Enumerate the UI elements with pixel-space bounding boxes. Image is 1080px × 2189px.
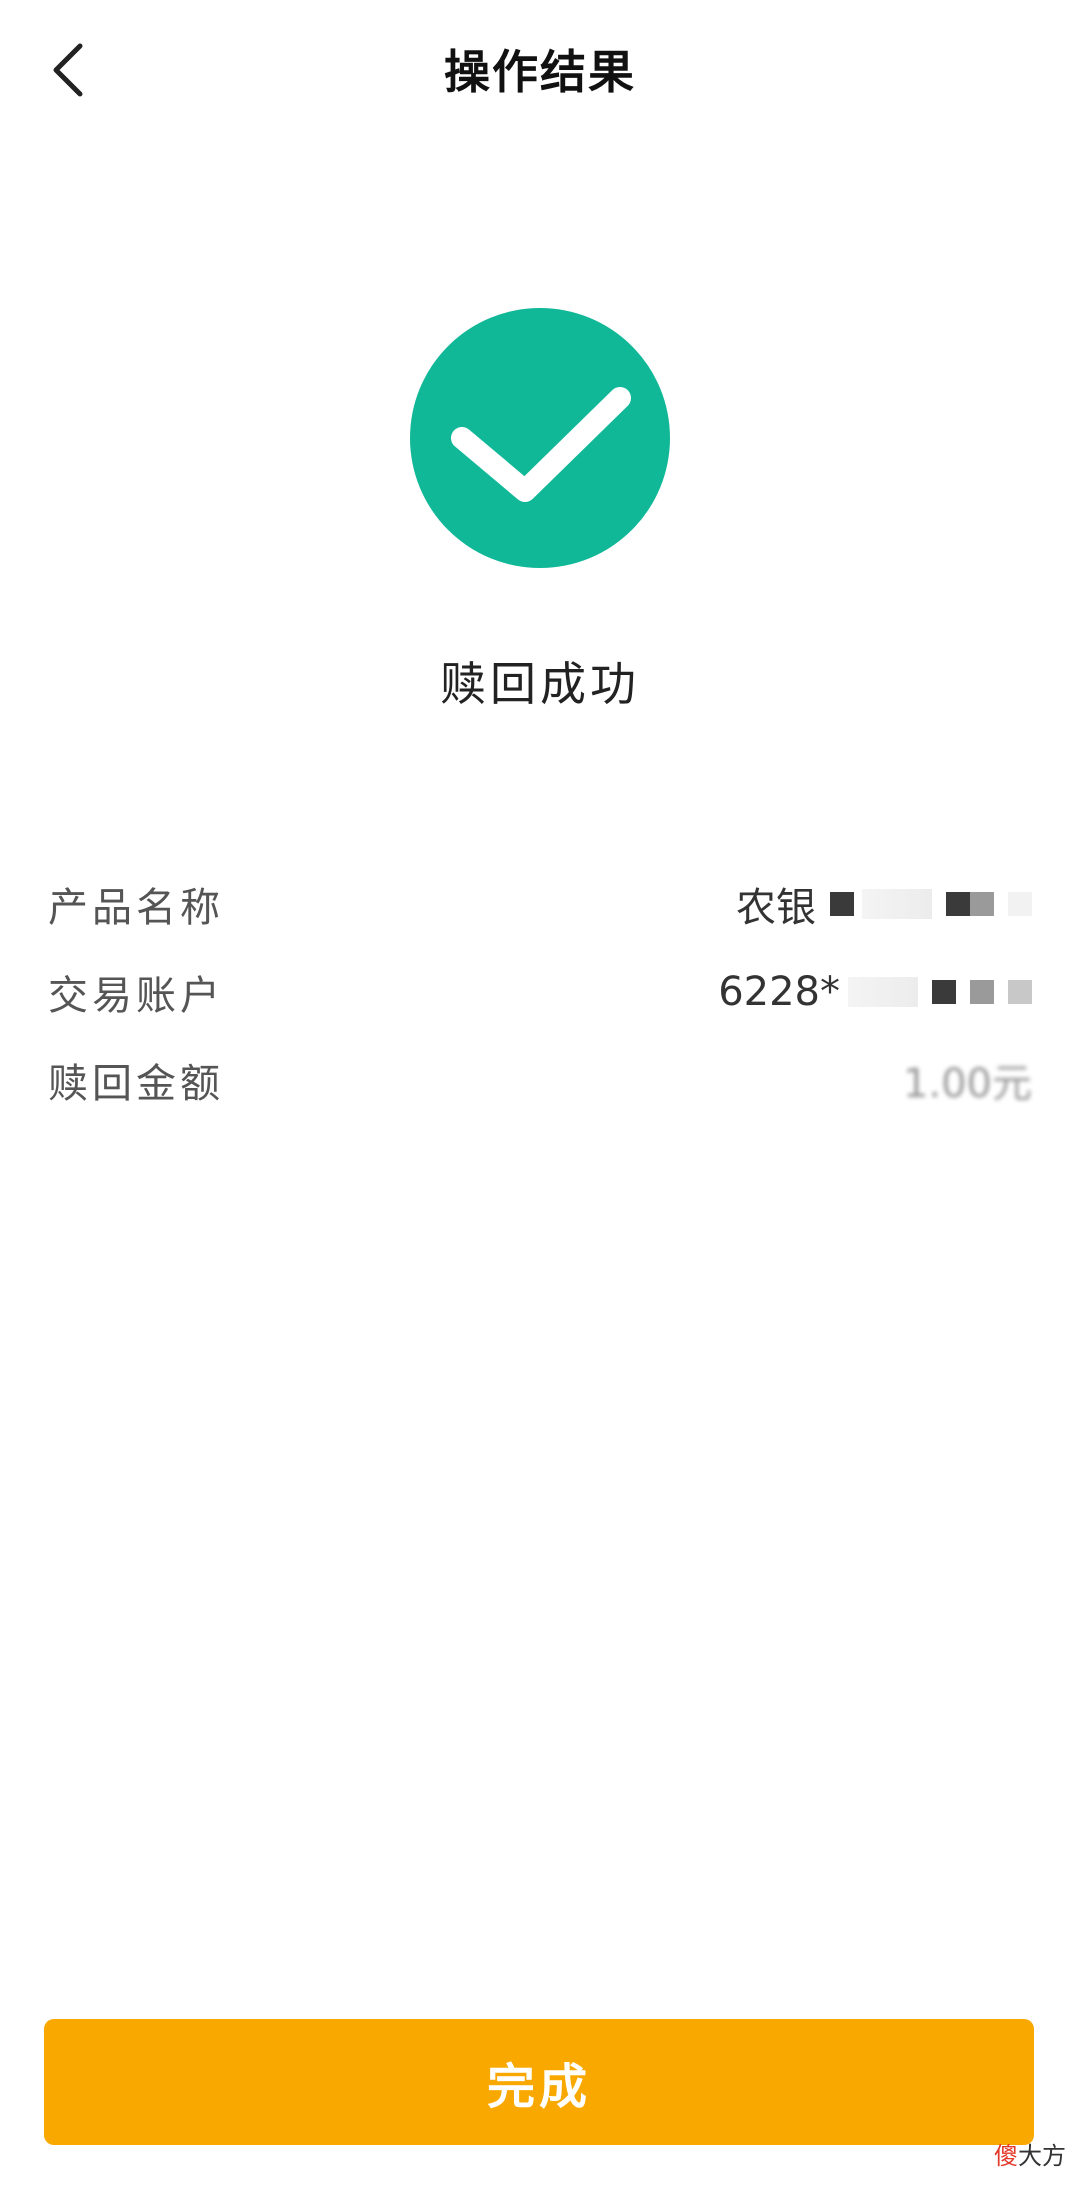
detail-list: 产品名称 农银 交易账户 6228* 赎回金额 1.00元 <box>48 860 1032 1124</box>
check-circle-icon <box>410 308 670 568</box>
redaction-block <box>946 892 970 916</box>
page-title: 操作结果 <box>444 45 636 99</box>
watermark-rest: 大方 <box>1018 2142 1066 2170</box>
amount-value: 1.00元 <box>903 1051 1032 1109</box>
amount-label: 赎回金额 <box>48 1061 224 1107</box>
watermark-accent: 傻 <box>994 2142 1018 2170</box>
redaction-block <box>932 980 956 1004</box>
redaction-block <box>862 889 932 919</box>
done-button-label: 完成 <box>486 2059 591 2115</box>
redaction-block <box>1008 892 1032 916</box>
redaction-block <box>848 977 918 1007</box>
detail-row-product: 产品名称 农银 <box>48 860 1032 948</box>
account-text: 6228* <box>718 969 840 1015</box>
redaction-block <box>970 892 994 916</box>
product-name-label: 产品名称 <box>48 885 224 931</box>
nav-bar: 操作结果 <box>0 0 1080 140</box>
account-value: 6228* <box>718 969 1032 1015</box>
product-name-text: 农银 <box>736 885 816 931</box>
amount-text: 1.00元 <box>902 1061 1032 1107</box>
redaction-block <box>1008 980 1032 1004</box>
done-button[interactable]: 完成 <box>44 2019 1034 2145</box>
product-name-value: 农银 <box>736 875 1032 933</box>
account-label: 交易账户 <box>48 973 224 1019</box>
redaction-block <box>970 980 994 1004</box>
watermark: 傻大方 <box>994 2136 1066 2171</box>
detail-row-amount: 赎回金额 1.00元 <box>48 1036 1032 1124</box>
redaction-block <box>830 892 854 916</box>
result-text: 赎回成功 <box>440 657 640 711</box>
detail-row-account: 交易账户 6228* <box>48 948 1032 1036</box>
